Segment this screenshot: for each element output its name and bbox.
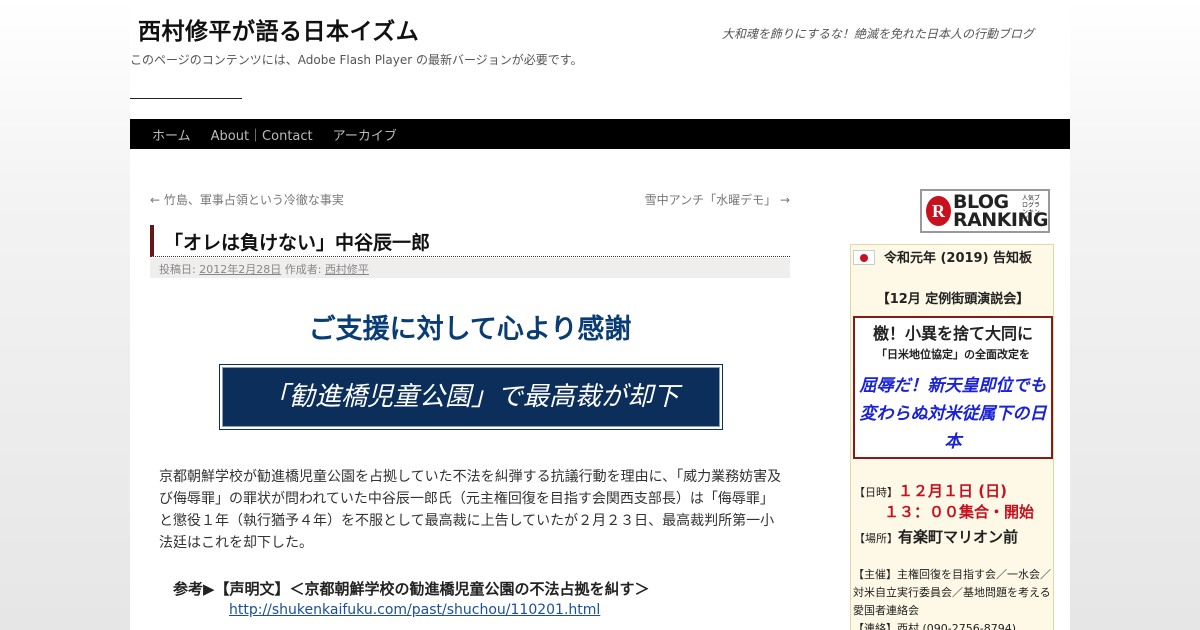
posted-label: 投稿日: — [159, 263, 196, 276]
notice-headline: 檄！小異を捨て大同に — [872, 324, 1033, 343]
previous-post-link[interactable]: ← 竹島、軍事占領という冷徹な事実 — [150, 191, 344, 208]
menu-item-archive[interactable]: アーカイブ — [333, 125, 397, 144]
ranking-small-text: 人気ブログランキング — [1022, 195, 1041, 223]
ranking-logo-icon: R — [926, 196, 951, 226]
author-link[interactable]: 西村修平 — [325, 263, 369, 276]
main-menu: ホーム About｜Contact アーカイブ — [130, 119, 1070, 149]
date-label: 【日時】 — [854, 486, 898, 499]
site-description: 大和魂を飾りにするな！絶滅を免れた日本人の行動ブログ — [721, 27, 1034, 41]
place-value: 有楽町マリオン前 — [898, 528, 1019, 546]
reference-statement: 参考▶【声明文】＜京都朝鮮学校の勧進橋児童公園の不法占拠を糾す＞ — [173, 580, 650, 598]
blog-ranking-badge[interactable]: R BLOG RANKING 人気ブログランキング — [920, 189, 1050, 233]
post-body: 京都朝鮮学校が勧進橋児童公園を占拠していた不法を糾弾する抗議行動を理由に、「威力… — [159, 469, 782, 551]
next-post-link[interactable]: 雪中アンチ「水曜デモ」 → — [645, 191, 790, 208]
notice-contact: 【連絡】西村 (090-2756-8794) — [853, 622, 1017, 630]
header-divider — [130, 98, 242, 99]
time-value: １３：００集合・開始 — [884, 503, 1035, 521]
page-wrapper: 西村修平が語る日本イズム 大和魂を飾りにするな！絶滅を免れた日本人の行動ブログ … — [130, 0, 1070, 630]
post-meta: 投稿日: 2012年2月28日 作成者: 西村修平 — [150, 258, 790, 278]
notice-organizer: 【主催】主権回復を目指す会／一水会／対米自立実行委員会／基地問題を考える愛国者連… — [853, 568, 1051, 617]
notice-board: 令和元年 (2019) 告知板 【12月 定例街頭演説会】 檄！小異を捨て大同に… — [850, 244, 1054, 630]
reference-url-link[interactable]: http://shukenkaifuku.com/past/shuchou/11… — [229, 602, 600, 618]
thanks-heading: ご支援に対して心より感謝 — [308, 314, 632, 345]
notice-title: 令和元年 (2019) 告知板 — [883, 251, 1033, 266]
site-title[interactable]: 西村修平が語る日本イズム — [138, 12, 419, 46]
menu-item-home[interactable]: ホーム — [152, 125, 191, 144]
notice-headline-box: 檄！小異を捨て大同に 「日米地位協定」の全面改定を 屈辱だ！新天皇即位でも変わら… — [853, 316, 1053, 459]
flash-player-notice: このページのコンテンツには、Adobe Flash Player の最新バージョ… — [130, 53, 583, 67]
notice-date-row: 【日時】１２月１日 (日) — [854, 480, 1007, 501]
headline-banner: 「勧進橋児童公園」で最高裁が却下 — [219, 364, 723, 430]
notice-place-row: 【場所】有楽町マリオン前 — [854, 526, 1018, 547]
notice-slogan: 屈辱だ！新天皇即位でも変わらぬ対米従属下の日本 — [859, 376, 1047, 452]
post-title: 「オレは負けない」中谷辰一郎 — [150, 225, 790, 257]
notice-event: 【12月 定例街頭演説会】 — [876, 292, 1030, 307]
notice-subhead: 「日米地位協定」の全面改定を — [876, 348, 1030, 361]
post-date-link[interactable]: 2012年2月28日 — [199, 263, 281, 276]
author-label: 作成者: — [284, 263, 322, 276]
date-value: １２月１日 (日) — [898, 482, 1007, 500]
place-label: 【場所】 — [854, 532, 898, 545]
menu-item-about-contact[interactable]: About｜Contact — [211, 125, 313, 144]
